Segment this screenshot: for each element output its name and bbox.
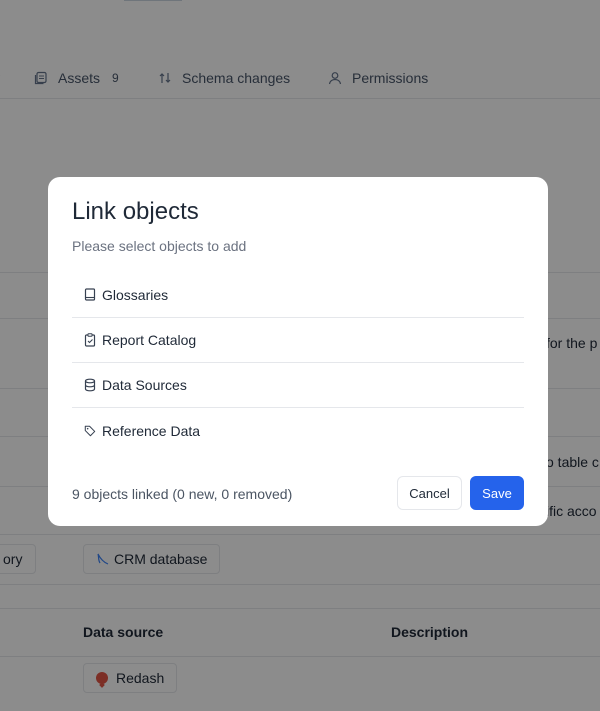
object-item-data-sources[interactable]: Data Sources [72, 363, 524, 408]
clipboard-icon [84, 333, 96, 347]
object-item-report-catalog[interactable]: Report Catalog [72, 318, 524, 363]
link-objects-modal: Link objects Please select objects to ad… [48, 177, 548, 526]
object-type-list: Glossaries Report Catalog Data Sources R… [72, 273, 524, 453]
modal-subtitle: Please select objects to add [72, 238, 247, 254]
object-item-glossaries[interactable]: Glossaries [72, 273, 524, 318]
object-item-label: Glossaries [102, 287, 169, 303]
linked-count-status: 9 objects linked (0 new, 0 removed) [72, 486, 293, 502]
object-item-label: Reference Data [102, 422, 201, 439]
database-icon [84, 378, 96, 392]
object-item-label: Report Catalog [102, 332, 197, 348]
cancel-button[interactable]: Cancel [397, 476, 462, 510]
tag-icon [84, 424, 96, 438]
modal-title: Link objects [72, 198, 199, 225]
save-button[interactable]: Save [470, 476, 524, 510]
book-icon [84, 288, 96, 302]
object-item-reference-data[interactable]: Reference Data [72, 408, 524, 453]
object-item-label: Data Sources [102, 377, 187, 393]
